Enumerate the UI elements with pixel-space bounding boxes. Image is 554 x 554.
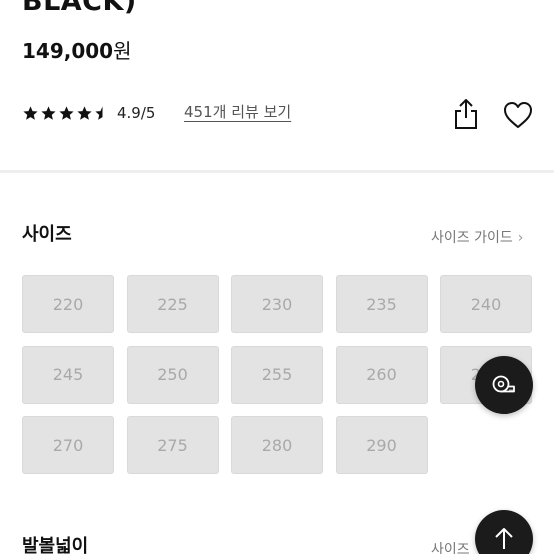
review-link[interactable]: 451개 리뷰 보기 bbox=[184, 101, 291, 122]
size-option[interactable]: 270 bbox=[22, 416, 114, 474]
size-guide-link[interactable]: 사이즈 가이드 › bbox=[431, 227, 523, 247]
size-option[interactable]: 280 bbox=[231, 416, 323, 474]
size-section-title: 사이즈 bbox=[22, 224, 72, 245]
scroll-to-top-button[interactable] bbox=[475, 510, 533, 554]
heart-icon bbox=[504, 102, 532, 128]
chevron-right-icon: › bbox=[517, 230, 524, 246]
tape-measure-icon bbox=[492, 375, 515, 393]
arrow-up-icon bbox=[495, 528, 513, 549]
section-divider bbox=[0, 170, 554, 173]
product-title: BLACK) bbox=[22, 0, 137, 17]
size-measure-button[interactable] bbox=[475, 356, 533, 414]
share-button[interactable] bbox=[451, 97, 481, 131]
star-icon bbox=[77, 106, 92, 120]
product-price: 149,000원 bbox=[22, 35, 132, 64]
size-option[interactable]: 235 bbox=[335, 275, 428, 333]
wishlist-button[interactable] bbox=[502, 100, 534, 130]
size-option[interactable]: 240 bbox=[440, 275, 532, 333]
rating-row: 4.9/5 451개 리뷰 보기 bbox=[22, 97, 542, 131]
star-icon bbox=[41, 106, 56, 120]
star-rating bbox=[22, 105, 111, 122]
size-option[interactable]: 245 bbox=[22, 345, 114, 404]
rating-score: 4.9/5 bbox=[117, 104, 156, 122]
size-option[interactable]: 230 bbox=[231, 275, 323, 333]
half-star-icon bbox=[95, 106, 103, 120]
size-option[interactable]: 250 bbox=[126, 345, 219, 404]
price-number: 149,000 bbox=[22, 39, 114, 63]
size-option[interactable]: 220 bbox=[22, 275, 114, 333]
size-guide-label: 사이즈 가이드 bbox=[431, 230, 513, 246]
size-option[interactable]: 255 bbox=[231, 345, 323, 404]
size-option[interactable]: 275 bbox=[126, 416, 219, 474]
star-icon bbox=[59, 106, 74, 120]
foot-width-section-title: 발볼넓이 bbox=[22, 536, 89, 554]
size-option[interactable]: 225 bbox=[126, 275, 219, 333]
star-icon bbox=[23, 106, 38, 120]
size-option[interactable]: 260 bbox=[335, 345, 428, 404]
foot-width-guide-link[interactable]: 사이즈 bbox=[431, 539, 470, 554]
size-option[interactable]: 290 bbox=[335, 416, 428, 474]
price-unit: 원 bbox=[113, 39, 132, 63]
share-icon bbox=[455, 99, 477, 129]
